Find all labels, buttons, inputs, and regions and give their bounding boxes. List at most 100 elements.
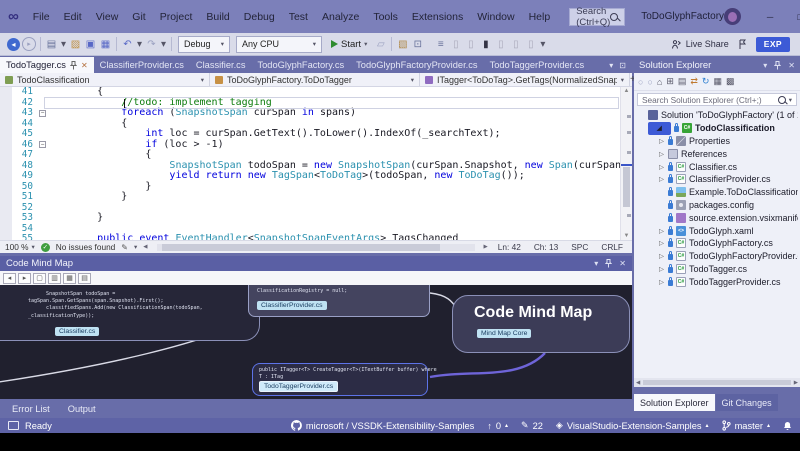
code-line[interactable]: 51 } [0,191,620,203]
next-bookmark-icon[interactable]: ▯ [508,37,523,52]
tree-item[interactable]: ▷ Classifier.cs [634,160,800,173]
scrollbar-thumb[interactable] [161,243,440,251]
tree-item[interactable]: ▷ ClassifierProvider.cs [634,173,800,186]
breadcrumb-segment-2[interactable]: ToDoGlyphFactory.ToDoTagger ▾ [210,73,420,86]
mm-copy-icon[interactable]: ▥ [48,272,61,284]
maximize-button[interactable]: □ [785,0,800,33]
se-back-icon[interactable]: ○ [638,77,643,87]
document-outline-icon[interactable]: ▯ [448,37,463,52]
scroll-up-icon[interactable]: ▲ [621,88,632,94]
save-all-icon[interactable]: ▦ [98,37,113,52]
open-file-icon[interactable]: ▨ [68,37,83,52]
tree-item[interactable]: source.extension.vsixmanifest [634,211,800,224]
collapsed-arrow-icon[interactable]: ▷ [658,239,665,247]
window-position-icon[interactable]: ▾ [594,259,598,268]
bell-status-item[interactable] [783,421,792,431]
command-window-icon[interactable]: ⊡ [410,37,425,52]
tree-item[interactable]: ▷ Properties [634,135,800,148]
close-icon[interactable]: ✕ [81,61,88,70]
tree-item[interactable]: ▷ TodoGlyphFactoryProvider.cs [634,250,800,263]
panel-tab-git-changes[interactable]: Git Changes [715,394,778,411]
performance-profiler-icon[interactable]: ▱ [373,37,388,52]
previous-bookmark-icon[interactable]: ▯ [493,37,508,52]
menu-extensions[interactable]: Extensions [405,8,470,26]
tree-item[interactable]: ▷ TodoGlyph.xaml [634,224,800,237]
collapsed-arrow-icon[interactable]: ▷ [658,175,665,183]
core-node-badge[interactable]: Mind Map Core [477,329,532,338]
background-tasks-icon[interactable] [8,421,19,430]
menu-debug[interactable]: Debug [237,8,282,26]
menu-test[interactable]: Test [282,8,315,26]
classifier-node-badge[interactable]: Classifier.cs [55,327,100,336]
collapsed-arrow-icon[interactable]: ▷ [658,252,665,260]
se-home-icon[interactable]: ⌂ [657,77,662,87]
document-tab[interactable]: Classifier.cs [190,57,252,73]
line-indicator[interactable]: Ln: 42 [498,242,521,252]
caret-icon[interactable]: ▾ [135,37,144,52]
collapse-region-icon[interactable] [39,141,46,148]
menu-project[interactable]: Project [153,8,200,26]
feedback-flag-icon[interactable] [738,39,747,50]
scroll-down-icon[interactable]: ▼ [621,233,632,239]
indent-mode-indicator[interactable]: SPC [571,242,588,252]
undo-icon[interactable]: ↶ [120,37,135,52]
mm-save-icon[interactable]: ▦ [63,272,76,284]
quick-search-input[interactable]: Search (Ctrl+Q) [569,6,626,28]
se-forward-icon[interactable]: ○ [647,77,652,87]
collapsed-arrow-icon[interactable]: ▷ [658,150,665,158]
panel-tab-solution-explorer[interactable]: Solution Explorer [634,394,715,411]
collapse-region-icon[interactable] [39,109,46,117]
menu-build[interactable]: Build [199,8,236,26]
tree-item[interactable]: ▷ TodoTagger.cs [634,263,800,276]
scroll-right-icon[interactable]: ▶ [484,244,488,250]
mind-map-canvas[interactable]: SnapshotSpan todoSpan = tagSpan.Span.Get… [0,285,632,399]
scroll-left-icon[interactable]: ◀ [143,244,147,250]
marketplace-status-item[interactable]: ◈ VisualStudio-Extension-Samples ▴ [556,420,709,431]
se-properties-icon[interactable]: ▩ [726,76,735,87]
new-file-icon[interactable]: ▤ [44,37,59,52]
scroll-left-icon[interactable]: ◀ [636,380,640,386]
scrollbar-thumb[interactable] [623,167,630,207]
bookmark-icon[interactable]: ▮ [478,37,493,52]
solution-explorer-search-input[interactable]: Search Solution Explorer (Ctrl+;) ▾ [637,93,797,106]
task-list-icon[interactable]: ≡ [433,37,448,52]
compare-files-icon[interactable]: ▯ [463,37,478,52]
se-sync-icon[interactable]: ⇄ [690,76,698,87]
menu-tools[interactable]: Tools [366,8,405,26]
save-icon[interactable]: ▣ [83,37,98,52]
provider-node-badge[interactable]: TodoTaggerProvider.cs [259,381,339,392]
code-line[interactable]: 53 } [0,212,620,224]
menu-file[interactable]: File [26,8,57,26]
menu-window[interactable]: Window [470,8,521,26]
close-icon[interactable]: ✕ [619,259,626,268]
health-indicator-icon[interactable]: ✓ [40,242,50,252]
mm-back-icon[interactable]: ◂ [3,272,16,284]
editor-zoom-select[interactable]: 100 % ▾ [5,242,35,252]
start-debugging-button[interactable]: Start ▾ [331,39,367,50]
chevron-down-icon[interactable]: ▾ [134,243,137,251]
registry-node-badge[interactable]: ClassifierProvider.cs [257,301,327,310]
menu-analyze[interactable]: Analyze [315,8,366,26]
collapsed-arrow-icon[interactable]: ▷ [658,265,665,273]
expanded-arrow-icon[interactable]: ◢ [648,121,671,135]
tree-horizontal-scrollbar[interactable]: ◀ ▶ [634,378,800,387]
se-pending-changes-icon[interactable]: ▤ [678,76,687,87]
code-mind-map-header[interactable]: Code Mind Map ▾ ✕ [0,256,632,271]
tree-item[interactable]: ▷ References [634,147,800,160]
branch-status-item[interactable]: master ▴ [721,420,770,431]
float-tab-icon[interactable]: ⊡ [619,61,626,70]
document-tab[interactable]: TodoGlyphFactory.cs [251,57,350,73]
scrollbar-thumb[interactable] [643,380,791,385]
tree-item[interactable]: ◢ TodoClassification [634,121,800,135]
caret-icon[interactable]: ▾ [59,37,68,52]
document-tab[interactable]: TodoGlyphFactoryProvider.cs [350,57,483,73]
navigate-backward-icon[interactable]: ◂ [7,37,20,51]
arrow-up-status-item[interactable]: ↑ 0 ▴ [487,421,508,431]
live-share-button[interactable]: Live Share [671,39,729,50]
pin-icon[interactable] [605,259,613,268]
caret-icon[interactable]: ▾ [538,37,547,52]
code-editor[interactable]: 41 {42 //todo: implement tagging43 forea… [0,87,620,240]
scroll-right-icon[interactable]: ▶ [794,380,798,386]
tree-item[interactable]: ▷ TodoGlyphFactory.cs [634,237,800,250]
se-collapse-all-icon[interactable]: ▦ [713,76,722,87]
